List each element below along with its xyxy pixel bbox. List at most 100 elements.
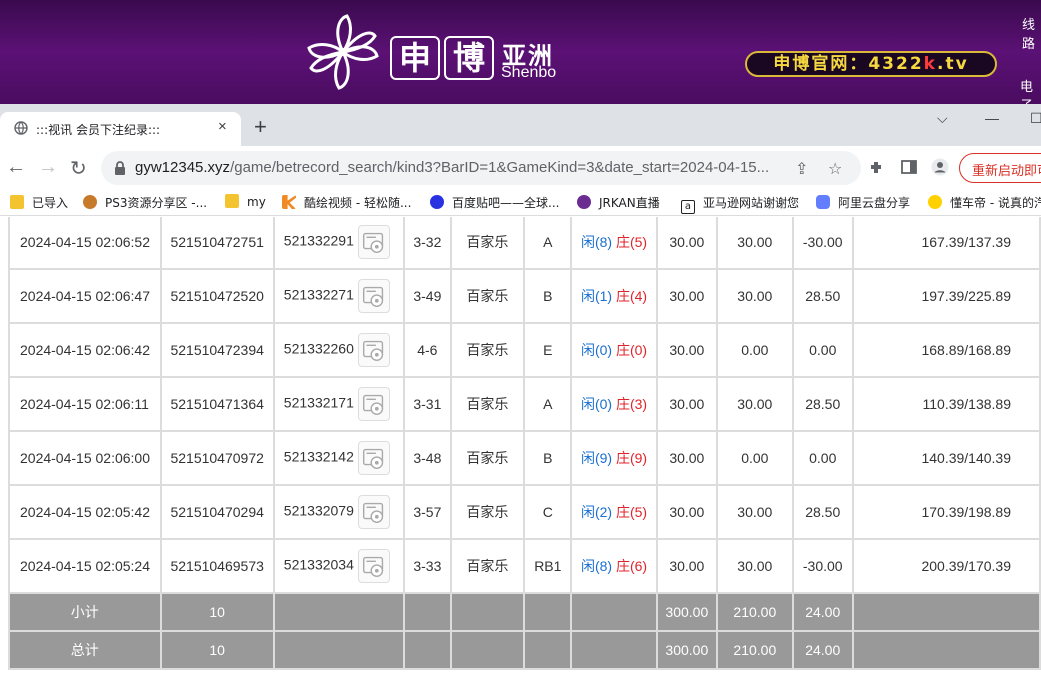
balance: 168.89/168.89 — [851, 322, 1041, 378]
player-result: 闲(0) — [580, 342, 613, 358]
bet-time: 2024-04-15 02:06:52 — [8, 217, 162, 270]
total-label: 总计 — [8, 630, 162, 670]
empty-cell — [523, 630, 573, 670]
valid-amount: 0.00 — [716, 322, 794, 378]
empty-cell — [403, 630, 452, 670]
result-cell: 闲(8) 庄(6) — [570, 538, 658, 594]
empty-cell — [523, 592, 573, 632]
order-number: 521510472394 — [159, 322, 275, 378]
subtotal-result: 24.00 — [791, 592, 854, 632]
valid-amount: 30.00 — [716, 268, 794, 324]
balance: 167.39/137.39 — [851, 217, 1041, 270]
round-cell: 521332171 — [272, 376, 406, 432]
round-number: 521332260 — [283, 340, 354, 357]
video-replay-icon[interactable] — [357, 279, 390, 313]
new-tab-button[interactable]: + — [254, 114, 267, 140]
valid-amount: 30.00 — [716, 484, 794, 540]
table-row: 2024-04-15 02:05:42 521510470294 521332079… — [8, 484, 1041, 540]
url-host: gyw12345.xyz — [135, 159, 231, 176]
game-type: 百家乐 — [449, 376, 526, 432]
minimize-icon[interactable]: — — [985, 110, 999, 126]
flower-logo-icon — [307, 14, 379, 90]
round-cell: 521332142 — [272, 430, 406, 486]
side-panel-icon[interactable] — [900, 158, 918, 176]
line-link[interactable]: 线路 — [1022, 14, 1041, 52]
round-number: 521332034 — [283, 556, 354, 573]
video-replay-icon[interactable] — [357, 441, 390, 475]
empty-cell — [449, 630, 526, 670]
bookmark-item[interactable]: 百度贴吧——全球... — [430, 194, 559, 212]
table-number: 3-33 — [403, 538, 452, 594]
lock-icon[interactable] — [113, 160, 127, 176]
bookmark-label: 懂车帝 - 说真的汽 — [950, 196, 1041, 210]
profile-avatar-icon[interactable] — [931, 158, 949, 176]
banker-result: 庄(3) — [615, 396, 648, 412]
total-valid: 210.00 — [716, 630, 794, 670]
video-replay-icon[interactable] — [357, 333, 390, 367]
bookmark-star-icon[interactable]: ☆ — [828, 159, 842, 179]
bookmark-item[interactable]: 酷绘视频 - 轻松随... — [282, 194, 411, 212]
close-icon[interactable]: × — [218, 118, 227, 135]
globe-icon — [14, 121, 28, 135]
restart-button[interactable]: 重新启动即可 — [959, 153, 1041, 183]
empty-cell — [570, 592, 658, 632]
bookmark-label: JRKAN直播 — [599, 196, 660, 210]
round-cell: 521332260 — [272, 322, 406, 378]
video-replay-icon[interactable] — [357, 549, 390, 583]
site-banner: 申 博 亚洲 Shenbo 申博官网：4322k.tv 线路 电子 — [0, 0, 1041, 104]
round-cell: 521332271 — [272, 268, 406, 324]
banker-result: 庄(5) — [615, 504, 648, 520]
table-row: 2024-04-15 02:06:52 521510472751 521332291… — [8, 217, 1041, 270]
tab-bet-record[interactable]: :::视讯 会员下注纪录::: × — [0, 112, 241, 146]
player-result: 闲(8) — [580, 234, 613, 250]
bookmark-item[interactable]: 懂车帝 - 说真的汽 — [928, 194, 1041, 212]
bookmark-item[interactable]: JRKAN直播 — [577, 194, 660, 212]
bookmark-item[interactable]: 已导入 — [10, 194, 68, 212]
logo-en-text: Shenbo — [501, 64, 557, 81]
back-icon[interactable]: ← — [6, 156, 26, 179]
banker-result: 庄(5) — [615, 234, 648, 250]
tab-strip: :::视讯 会员下注纪录::: × + ⌵ — ☐ — [0, 104, 1041, 146]
subtotal-valid: 210.00 — [716, 592, 794, 632]
video-replay-icon[interactable] — [357, 387, 390, 421]
empty-cell — [449, 592, 526, 632]
k-logo-icon — [282, 195, 296, 209]
table-row: 2024-04-15 02:05:24 521510469573 521332034… — [8, 538, 1041, 594]
balance: 200.39/170.39 — [851, 538, 1041, 594]
forward-icon[interactable]: → — [38, 156, 58, 179]
video-replay-icon[interactable] — [357, 225, 390, 259]
electronic-link[interactable]: 电子 — [1020, 76, 1041, 104]
bookmark-item[interactable]: PS3资源分享区 -... — [83, 194, 207, 212]
banker-result: 庄(6) — [615, 558, 648, 574]
bookmark-item[interactable]: 阿里云盘分享 — [816, 194, 910, 212]
extensions-icon[interactable] — [868, 158, 886, 176]
valid-amount: 0.00 — [716, 430, 794, 486]
total-count: 10 — [159, 630, 275, 670]
empty-cell — [570, 630, 658, 670]
tab-search-icon[interactable]: ⌵ — [937, 110, 948, 127]
table-row: 2024-04-15 02:06:42 521510472394 521332260… — [8, 322, 1041, 378]
video-replay-icon[interactable] — [357, 495, 390, 529]
player-result: 闲(0) — [580, 396, 613, 412]
result-cell: 闲(2) 庄(5) — [570, 484, 658, 540]
site-address-pill[interactable]: 申博官网：4322k.tv — [745, 51, 997, 77]
round-number: 521332171 — [283, 394, 354, 411]
table-number: 3-57 — [403, 484, 452, 540]
address-bar[interactable]: gyw12345.xyz/game/betrecord_search/kind3… — [101, 151, 861, 185]
page-content: 2024-04-15 02:06:52 521510472751 521332291… — [0, 217, 1041, 673]
bet-amount: 30.00 — [655, 268, 719, 324]
win-loss: -30.00 — [791, 217, 854, 270]
player-result: 闲(8) — [580, 558, 613, 574]
result-cell: 闲(9) 庄(9) — [570, 430, 658, 486]
bookmark-item[interactable]: a 亚马逊网站谢谢您 — [681, 194, 799, 214]
reload-icon[interactable]: ↻ — [70, 156, 87, 181]
bookmarks-bar: 已导入 PS3资源分享区 -... my 酷绘视频 - 轻松随... 百度贴吧—… — [0, 190, 1041, 216]
subtotal-count: 10 — [159, 592, 275, 632]
site-suffix: .tv — [936, 54, 969, 74]
browser-toolbar: ← → ↻ gyw12345.xyz/game/betrecord_search… — [0, 146, 1041, 190]
game-type: 百家乐 — [449, 484, 526, 540]
bookmark-item[interactable]: my — [225, 194, 266, 212]
round-number: 521332271 — [283, 286, 354, 303]
maximize-icon[interactable]: ☐ — [1030, 110, 1041, 127]
share-icon[interactable]: ⇪ — [795, 159, 808, 179]
